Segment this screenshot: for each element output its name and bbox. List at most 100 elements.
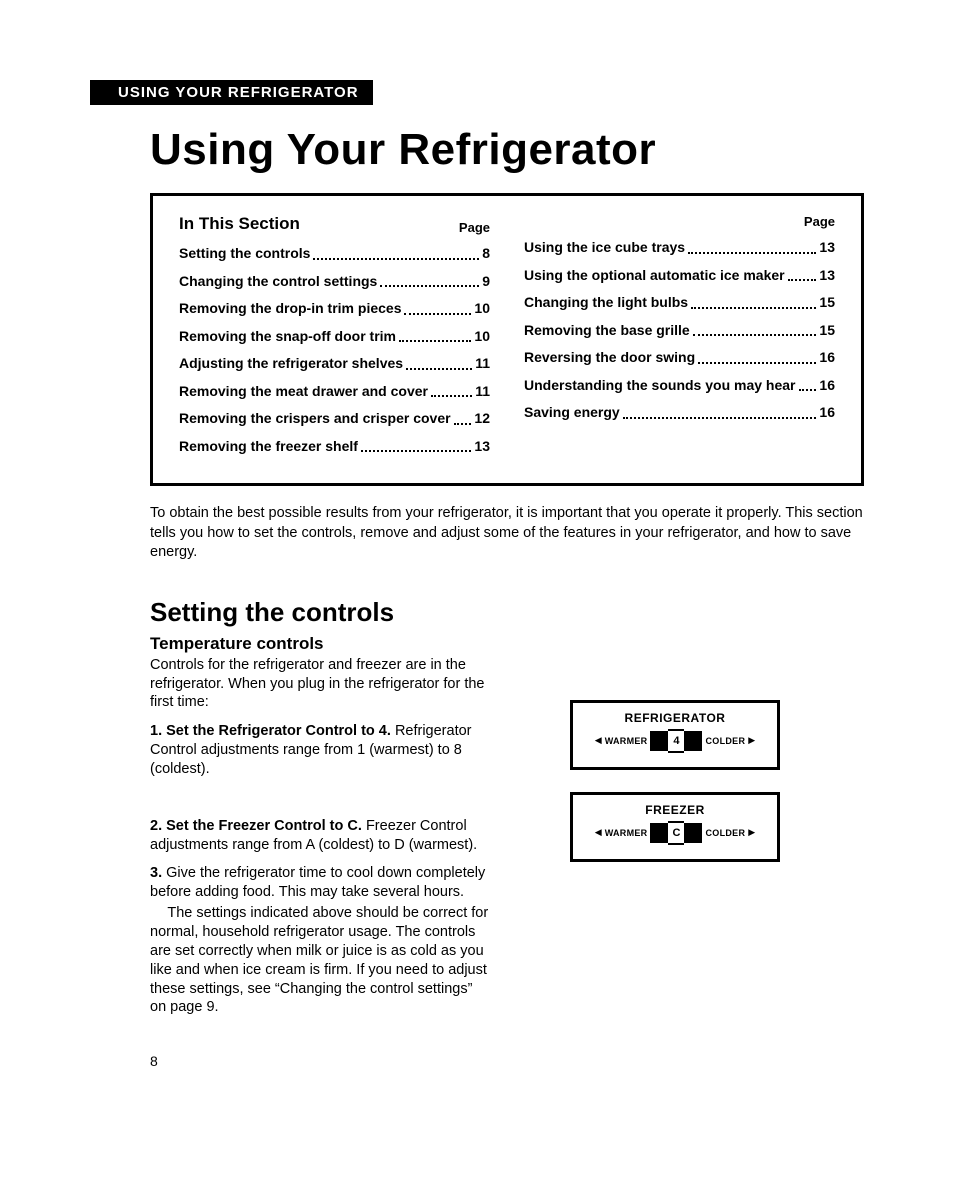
toc-item-page: 10 bbox=[474, 300, 490, 318]
toc-item-label: Setting the controls bbox=[179, 245, 310, 263]
toc-item: Understanding the sounds you may hear 16 bbox=[524, 377, 835, 395]
toc-item: Adjusting the refrigerator shelves 11 bbox=[179, 355, 490, 373]
toc-item-page: 11 bbox=[475, 383, 490, 401]
toc-leader-dots bbox=[404, 301, 471, 314]
step-3: 3. Give the refrigerator time to cool do… bbox=[150, 864, 490, 1017]
control-value: C bbox=[668, 821, 684, 845]
toc-item-page: 15 bbox=[819, 322, 835, 340]
toc-leader-dots bbox=[623, 405, 817, 418]
manual-page: USING YOUR REFRIGERATOR Using Your Refri… bbox=[0, 0, 954, 1109]
freezer-control-diagram: FREEZER ◀ WARMER C COLDER ▶ bbox=[570, 792, 780, 862]
toc-item: Saving energy 16 bbox=[524, 404, 835, 422]
section-heading: Setting the controls bbox=[150, 597, 864, 628]
toc-item-label: Using the ice cube trays bbox=[524, 239, 685, 257]
toc-item-label: Removing the snap-off door trim bbox=[179, 328, 396, 346]
toc-item-page: 16 bbox=[819, 349, 835, 367]
toc-item: Removing the freezer shelf 13 bbox=[179, 438, 490, 456]
toc-item: Using the ice cube trays 13 bbox=[524, 239, 835, 257]
left-arrow-icon: ◀ bbox=[595, 735, 602, 746]
step-number: 1. bbox=[150, 723, 162, 739]
toc-leader-dots bbox=[361, 439, 471, 452]
toc-leader-dots bbox=[698, 350, 816, 363]
toc-item-label: Removing the meat drawer and cover bbox=[179, 383, 428, 401]
toc-item-label: Using the optional automatic ice maker bbox=[524, 267, 785, 285]
step-lead: Set the Refrigerator Control to 4. bbox=[166, 723, 391, 739]
section-header-tab: USING YOUR REFRIGERATOR bbox=[90, 80, 373, 105]
intro-paragraph: To obtain the best possible results from… bbox=[150, 504, 864, 563]
page-number: 8 bbox=[150, 1053, 864, 1069]
toc-item-label: Understanding the sounds you may hear bbox=[524, 377, 796, 395]
toc-item-label: Changing the light bulbs bbox=[524, 294, 688, 312]
step-lead: Set the Freezer Control to C. bbox=[166, 818, 362, 834]
subsection-heading: Temperature controls bbox=[150, 634, 864, 654]
toc-item-page: 9 bbox=[482, 273, 490, 291]
toc-item-label: Removing the crispers and crisper cover bbox=[179, 410, 451, 428]
subsection-intro: Controls for the refrigerator and freeze… bbox=[150, 656, 490, 713]
chapter-title: Using Your Refrigerator bbox=[150, 125, 864, 175]
toc-leader-dots bbox=[788, 268, 817, 281]
toc-item-label: Removing the freezer shelf bbox=[179, 438, 358, 456]
toc-item-page: 13 bbox=[819, 239, 835, 257]
step-2: 2. Set the Freezer Control to C. Freezer… bbox=[150, 817, 490, 855]
toc-item: Removing the meat drawer and cover 11 bbox=[179, 383, 490, 401]
colder-label: COLDER bbox=[705, 828, 745, 838]
toc-item-label: Removing the drop-in trim pieces bbox=[179, 300, 401, 318]
step-number: 3. bbox=[150, 865, 162, 881]
toc-item-page: 11 bbox=[475, 355, 490, 373]
toc-item: Reversing the door swing 16 bbox=[524, 349, 835, 367]
toc-leader-dots bbox=[693, 323, 817, 336]
toc-leader-dots bbox=[688, 240, 816, 253]
toc-leader-dots bbox=[399, 329, 471, 342]
toc-item-label: Changing the control settings bbox=[179, 273, 377, 291]
toc-item: Removing the base grille 15 bbox=[524, 322, 835, 340]
toc-item-page: 8 bbox=[482, 245, 490, 263]
toc-item: Changing the light bulbs 15 bbox=[524, 294, 835, 312]
warmer-label: WARMER bbox=[605, 828, 648, 838]
step-number: 2. bbox=[150, 818, 162, 834]
toc-item-label: Adjusting the refrigerator shelves bbox=[179, 355, 403, 373]
body-left-column: Controls for the refrigerator and freeze… bbox=[150, 656, 490, 1028]
toc-leader-dots bbox=[406, 356, 472, 369]
control-dial: C bbox=[650, 821, 702, 845]
toc-item: Removing the snap-off door trim 10 bbox=[179, 328, 490, 346]
toc-leader-dots bbox=[799, 378, 817, 391]
control-value: 4 bbox=[668, 729, 684, 753]
toc-item: Using the optional automatic ice maker 13 bbox=[524, 267, 835, 285]
right-arrow-icon: ▶ bbox=[748, 827, 755, 838]
refrigerator-control-diagram: REFRIGERATOR ◀ WARMER 4 COLDER ▶ bbox=[570, 700, 780, 770]
toc-leader-dots bbox=[313, 246, 479, 259]
toc-left-column: In This Section Page Setting the control… bbox=[179, 214, 490, 465]
toc-item: Changing the control settings 9 bbox=[179, 273, 490, 291]
toc-leader-dots bbox=[454, 411, 472, 424]
body-right-column: REFRIGERATOR ◀ WARMER 4 COLDER ▶ FREEZER bbox=[550, 656, 864, 1028]
step-body: Give the refrigerator time to cool down … bbox=[150, 865, 485, 900]
toc-leader-dots bbox=[691, 295, 816, 308]
toc-item-page: 10 bbox=[474, 328, 490, 346]
toc-item: Removing the drop-in trim pieces 10 bbox=[179, 300, 490, 318]
colder-label: COLDER bbox=[705, 736, 745, 746]
toc-leader-dots bbox=[431, 384, 472, 397]
toc-item-label: Removing the base grille bbox=[524, 322, 690, 340]
toc-item-page: 13 bbox=[474, 438, 490, 456]
toc-item-page: 15 bbox=[819, 294, 835, 312]
toc-page-heading: Page bbox=[524, 214, 835, 229]
toc-item: Setting the controls 8 bbox=[179, 245, 490, 263]
toc-item-page: 16 bbox=[819, 377, 835, 395]
toc-leader-dots bbox=[380, 274, 479, 287]
toc-item-page: 13 bbox=[819, 267, 835, 285]
toc-item-page: 16 bbox=[819, 404, 835, 422]
toc-box: In This Section Page Setting the control… bbox=[150, 193, 864, 486]
step-extra: The settings indicated above should be c… bbox=[150, 904, 490, 1017]
step-1: 1. Set the Refrigerator Control to 4. Re… bbox=[150, 722, 490, 779]
left-arrow-icon: ◀ bbox=[595, 827, 602, 838]
right-arrow-icon: ▶ bbox=[748, 735, 755, 746]
control-title: REFRIGERATOR bbox=[581, 711, 769, 725]
toc-item-label: Reversing the door swing bbox=[524, 349, 695, 367]
toc-item-page: 12 bbox=[474, 410, 490, 428]
toc-item: Removing the crispers and crisper cover 1… bbox=[179, 410, 490, 428]
control-dial: 4 bbox=[650, 729, 702, 753]
control-title: FREEZER bbox=[581, 803, 769, 817]
warmer-label: WARMER bbox=[605, 736, 648, 746]
toc-item-label: Saving energy bbox=[524, 404, 620, 422]
toc-right-column: Page Using the ice cube trays13Using the… bbox=[524, 214, 835, 465]
